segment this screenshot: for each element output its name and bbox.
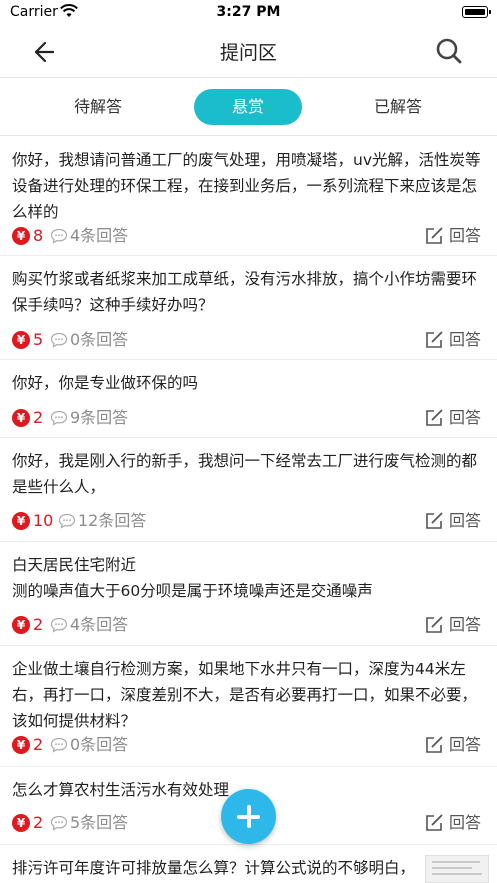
comment-icon [50,410,68,426]
yen-icon: ¥ [12,814,30,832]
question-item[interactable]: 你好，你是专业做环保的吗 ¥ 2 9条回答 回答 [0,360,497,438]
battery-icon [462,6,491,18]
question-meta: ¥ 2 4条回答 回答 [12,615,485,635]
question-list: 你好，我想请问普通工厂的废气处理，用喷凝塔，uv光解，活性炭等设备进行处理的环保… [0,137,497,883]
edit-icon[interactable] [424,735,444,755]
yen-icon: ¥ [12,409,30,427]
question-text: 你好，你是专业做环保的吗 [12,374,199,392]
question-meta: ¥ 5 0条回答 回答 [12,330,485,350]
question-item[interactable]: 排污许可年度许可排放量怎么算？计算公式说的不够明白，谁能用工类无再给我解释一下， [0,845,497,883]
answer-count: 9条回答 [70,408,129,427]
answer-button[interactable]: 回答 [449,330,481,350]
clock: 3:27 PM [216,4,281,20]
question-meta: ¥ 8 4条回答 回答 [12,226,485,246]
yen-icon: ¥ [12,736,30,754]
answer-button[interactable]: 回答 [449,226,481,246]
answer-button[interactable]: 回答 [449,735,481,755]
edit-icon[interactable] [424,226,444,246]
add-question-button[interactable] [221,789,276,844]
reward-amount: 2 [33,615,44,634]
edit-icon[interactable] [424,330,444,350]
question-item[interactable]: 你好，我是刚入行的新手，我想问一下经常去工厂进行废气检测的都是些什么人， ¥ 1… [0,438,497,542]
yen-icon: ¥ [12,331,30,349]
question-item[interactable]: 白天居民住宅附近 测的噪声值大于60分呗是属于环境噪声还是交通噪声 ¥ 2 4条… [0,542,497,646]
question-text: 你好，我是刚入行的新手，我想问一下经常去工厂进行废气检测的都是些什么人， [12,452,478,496]
edit-icon[interactable] [424,813,444,833]
comment-icon [50,815,68,831]
question-item[interactable]: 购买竹浆或者纸浆来加工成草纸，没有污水排放，搞个小作坊需要环保手续吗？这种手续好… [0,256,497,360]
question-item[interactable]: 你好，我想请问普通工厂的废气处理，用喷凝塔，uv光解，活性炭等设备进行处理的环保… [0,137,497,256]
tab-bar: 待解答 悬赏 已解答 [0,78,497,136]
comment-icon [50,617,68,633]
answer-button[interactable]: 回答 [449,408,481,428]
reward-amount: 8 [33,226,44,245]
page-title: 提问区 [219,42,277,64]
reward-amount: 2 [33,735,44,754]
tab-reward[interactable]: 悬赏 [194,89,302,125]
yen-icon: ¥ [12,512,30,530]
reward-amount: 2 [33,813,44,832]
edit-icon[interactable] [424,408,444,428]
question-text: 购买竹浆或者纸浆来加工成草纸，没有污水排放，搞个小作坊需要环保手续吗？这种手续好… [12,270,478,314]
answer-count: 0条回答 [70,735,129,754]
question-meta: ¥ 2 9条回答 回答 [12,408,485,428]
reward-amount: 2 [33,408,44,427]
comment-icon [50,332,68,348]
edit-icon[interactable] [424,511,444,531]
yen-icon: ¥ [12,227,30,245]
answer-count: 4条回答 [70,226,129,245]
answer-count: 12条回答 [78,511,147,530]
tab-answered[interactable]: 已解答 [348,89,448,125]
question-item[interactable]: 企业做土壤自行检测方案，如果地下水井只有一口，深度为44米左右，再打一口，深度差… [0,646,497,767]
question-meta: ¥ 2 0条回答 回答 [12,735,485,755]
answer-button[interactable]: 回答 [449,813,481,833]
tab-pending[interactable]: 待解答 [48,89,148,125]
yen-icon: ¥ [12,616,30,634]
edit-icon[interactable] [424,615,444,635]
question-text: 排污许可年度许可排放量怎么算？计算公式说的不够明白，谁能用工类无再给我解释一下， [12,859,416,877]
question-text: 白天居民住宅附近 测的噪声值大于60分呗是属于环境噪声还是交通噪声 [12,556,373,600]
comment-icon [50,228,68,244]
answer-button[interactable]: 回答 [449,615,481,635]
status-bar: Carrier 3:27 PM [0,0,497,26]
answer-count: 5条回答 [70,813,129,832]
question-image-thumbnail[interactable] [425,855,489,883]
answer-button[interactable]: 回答 [449,511,481,531]
answer-count: 0条回答 [70,330,129,349]
question-text: 企业做土壤自行检测方案，如果地下水井只有一口，深度为44米左右，再打一口，深度差… [12,660,478,730]
comment-icon [50,737,68,753]
question-text: 你好，我想请问普通工厂的废气处理，用喷凝塔，uv光解，活性炭等设备进行处理的环保… [12,151,481,221]
search-icon[interactable] [434,36,464,66]
answer-count: 4条回答 [70,615,129,634]
navigation-bar: 提问区 [0,26,497,78]
reward-amount: 10 [33,511,54,530]
comment-icon [58,513,76,529]
question-meta: ¥ 10 12条回答 回答 [12,511,485,531]
reward-amount: 5 [33,330,44,349]
